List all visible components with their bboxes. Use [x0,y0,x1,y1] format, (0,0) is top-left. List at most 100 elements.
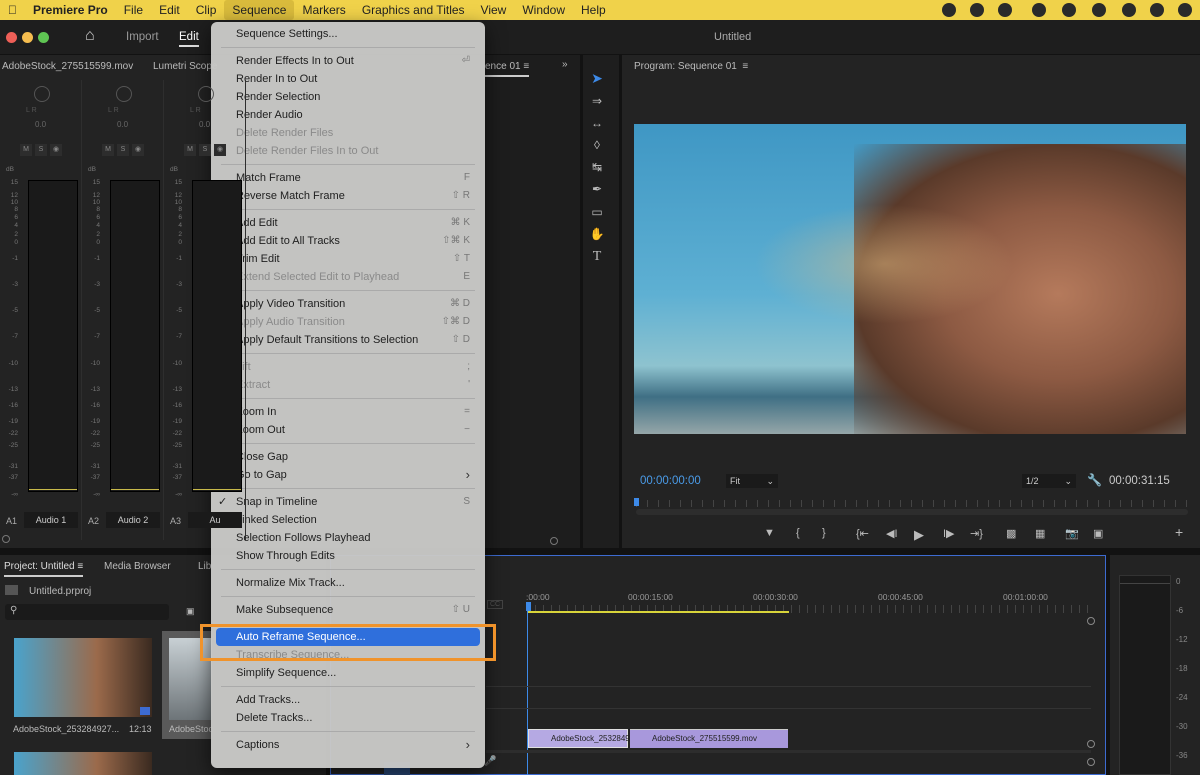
menu-item-add-edit[interactable]: Add Edit ⌘ K [216,214,480,232]
pan-knob[interactable] [34,86,50,102]
record-button[interactable]: ◉ [50,144,62,156]
captions-icon[interactable]: CC [487,600,504,609]
scrollbar-handle[interactable] [1087,758,1095,766]
zoom-scrollbar[interactable] [636,509,1188,515]
go-to-out-button[interactable]: ⇥} [970,527,983,540]
menu-item-normalize-mix-track[interactable]: Normalize Mix Track... [216,574,480,592]
record-button[interactable]: ◉ [132,144,144,156]
menu-item-linked-selection[interactable]: ✓Linked Selection [216,511,480,529]
mark-in-button[interactable]: { [796,527,800,539]
menu-item-apply-default-transitions-to-selection[interactable]: Apply Default Transitions to Selection ⇧ … [216,331,480,349]
menu-item-zoom-out[interactable]: Zoom Out − [216,421,480,439]
menu-item-trim-edit[interactable]: Trim Edit ⇧ T [216,250,480,268]
minimize-window-button[interactable] [22,32,33,43]
work-area-bar[interactable] [527,611,789,613]
menu-view[interactable]: View [473,0,515,20]
add-marker-button[interactable]: ▼ [764,527,775,539]
menu-item-render-effects-in-to-out[interactable]: Render Effects In to Out ⏎ [216,52,480,70]
menu-item-go-to-gap[interactable]: Go to Gap › [216,466,480,484]
mute-button[interactable]: M [184,144,196,156]
mark-out-button[interactable]: } [822,527,826,539]
menu-item-add-tracks[interactable]: Add Tracks... [216,691,480,709]
panel-overflow-icon[interactable]: » [562,59,568,70]
tab-audio-clip-mixer[interactable]: AdobeStock_275515599.mov [2,61,133,72]
tray-icon[interactable] [998,3,1012,17]
tab-media-browser[interactable]: Media Browser [104,561,171,572]
tab-sequence-01[interactable]: ence 01 ≡ [485,61,530,77]
go-to-in-button[interactable]: {⇤ [856,527,869,540]
menu-item-zoom-in[interactable]: Zoom In = [216,403,480,421]
thumbnail-clip-1[interactable] [14,638,152,717]
track-select-tool-icon[interactable]: ⇒ [589,94,605,108]
selection-tool-icon[interactable]: ➤ [589,70,605,86]
home-icon[interactable]: ⌂ [85,27,95,45]
tab-libraries[interactable]: Lib [198,561,211,572]
close-window-button[interactable] [6,32,17,43]
camera-icon[interactable]: 📷 [1065,527,1079,540]
tray-icon[interactable] [970,3,984,17]
resolution-dropdown[interactable]: 1/2 ⌄ [1022,474,1076,488]
record-button[interactable]: ◉ [214,144,226,156]
step-forward-button[interactable]: I▶ [943,527,955,540]
menu-item-delete-tracks[interactable]: Delete Tracks... [216,709,480,727]
new-bin-icon[interactable]: ▣ [186,606,195,617]
ripple-edit-tool-icon[interactable]: ↔ [589,116,605,130]
menu-clip[interactable]: Clip [188,0,225,20]
tray-icon[interactable] [942,3,956,17]
menu-item-show-through-edits[interactable]: Show Through Edits [216,547,480,565]
microphone-icon[interactable]: 🎤 [484,756,496,767]
track-name[interactable]: Au [188,512,242,528]
menu-item-close-gap[interactable]: Close Gap [216,448,480,466]
menu-item-add-edit-to-all-tracks[interactable]: Add Edit to All Tracks ⇧⌘ K [216,232,480,250]
tray-icon[interactable] [1178,3,1192,17]
menu-item-render-audio[interactable]: Render Audio [216,106,480,124]
menu-item-captions[interactable]: Captions › [216,736,480,754]
pan-knob[interactable] [198,86,214,102]
wrench-icon[interactable]: 🔧 [1087,473,1102,487]
tray-icon[interactable] [1122,3,1136,17]
tab-import[interactable]: Import [126,31,159,43]
menu-file[interactable]: File [116,0,151,20]
play-button[interactable]: ▶ [914,527,924,543]
menu-item-match-frame[interactable]: Match Frame F [216,169,480,187]
solo-button[interactable]: S [199,144,211,156]
menu-item-render-selection[interactable]: Render Selection [216,88,480,106]
menu-item-reverse-match-frame[interactable]: Reverse Match Frame ⇧ R [216,187,480,205]
menu-graphics[interactable]: Graphics and Titles [354,0,473,20]
project-search-input[interactable]: ⚲ [5,604,169,620]
mute-button[interactable]: M [20,144,32,156]
zoom-window-button[interactable] [38,32,49,43]
pan-knob[interactable] [116,86,132,102]
hand-tool-icon[interactable]: ✋ [589,227,605,241]
scrollbar-handle[interactable] [1087,740,1095,748]
track-name[interactable]: Audio 1 [24,512,78,528]
thumbnail-clip-3[interactable] [14,752,152,775]
scrollbar-handle[interactable] [550,537,558,545]
step-back-button[interactable]: ◀I [886,527,898,540]
menu-item-apply-video-transition[interactable]: Apply Video Transition ⌘ D [216,295,480,313]
tray-icon[interactable] [1032,3,1046,17]
timeline-clip-2[interactable]: AdobeStock_275515599.mov [630,729,788,748]
lift-button[interactable]: ▩ [1006,527,1016,540]
menu-edit[interactable]: Edit [151,0,188,20]
menu-app[interactable]: Premiere Pro [25,0,116,20]
track-name[interactable]: Audio 2 [106,512,160,528]
type-tool-icon[interactable]: T [589,249,605,264]
tray-icon[interactable] [1062,3,1076,17]
menu-item-selection-follows-playhead[interactable]: Selection Follows Playhead [216,529,480,547]
menu-item-sequence-settings[interactable]: Sequence Settings... [216,25,480,43]
menu-window[interactable]: Window [514,0,573,20]
mute-button[interactable]: M [102,144,114,156]
tab-lumetri-scopes[interactable]: Lumetri Scope [153,61,217,72]
slip-tool-icon[interactable]: ↹ [589,160,605,174]
apple-icon[interactable]:  [0,0,25,20]
time-ruler[interactable] [636,500,1188,507]
tab-project[interactable]: Project: Untitled ≡ [4,561,84,577]
menu-item-render-in-to-out[interactable]: Render In to Out [216,70,480,88]
menu-item-snap-in-timeline[interactable]: ✓ Snap in Timeline S [216,493,480,511]
comparison-view-button[interactable]: ▣ [1093,527,1103,540]
menu-item-simplify-sequence[interactable]: Simplify Sequence... [216,664,480,682]
solo-button[interactable]: S [117,144,129,156]
menu-sequence[interactable]: Sequence [224,0,295,20]
scrollbar-handle[interactable] [1087,617,1095,625]
